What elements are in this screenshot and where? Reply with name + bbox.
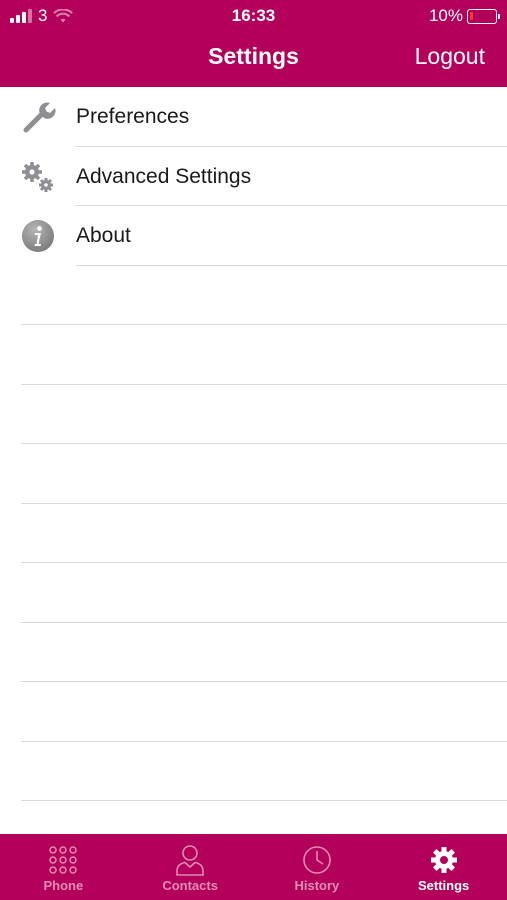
advanced-settings-label: Advanced Settings [76, 164, 252, 188]
battery-percent: 10% [428, 6, 463, 25]
gears-icon [20, 160, 56, 194]
empty-row [0, 385, 507, 444]
preferences-row[interactable]: Preferences [0, 87, 507, 147]
logout-button[interactable]: Logout [415, 43, 485, 70]
advanced-settings-row[interactable]: Advanced Settings [0, 147, 507, 206]
wrench-icon [20, 100, 56, 134]
row-separator [21, 800, 507, 801]
tab-history[interactable]: History [254, 834, 381, 900]
preferences-label: Preferences [76, 105, 190, 128]
tab-contacts[interactable]: Contacts [127, 834, 254, 900]
about-label: About [76, 224, 131, 247]
gear-icon [429, 844, 459, 876]
empty-row [0, 325, 507, 385]
empty-row [0, 444, 507, 504]
tab-settings[interactable]: Settings [380, 834, 507, 900]
clock-icon [302, 844, 332, 876]
settings-list: Preferences Advanced Settings About [0, 87, 507, 801]
empty-row [0, 682, 507, 742]
tab-bar: Phone Contacts History Settings [0, 834, 507, 900]
tab-phone-label: Phone [43, 878, 84, 893]
tab-settings-label: Settings [417, 878, 470, 893]
empty-row [0, 266, 507, 325]
person-icon [175, 844, 205, 876]
tab-phone[interactable]: Phone [0, 834, 127, 900]
empty-row [0, 504, 507, 563]
keypad-icon [48, 844, 78, 876]
status-bar: 3 16:33 10% [0, 0, 507, 30]
empty-row [0, 563, 507, 623]
info-icon [20, 219, 56, 253]
battery-icon [467, 8, 500, 24]
tab-history-label: History [294, 878, 340, 893]
status-right: 10% [428, 6, 500, 26]
empty-row [0, 742, 507, 801]
empty-row [0, 623, 507, 682]
about-row[interactable]: About [0, 206, 507, 266]
navigation-bar: 3 16:33 10% Settings Logout [0, 0, 507, 87]
tab-contacts-label: Contacts [162, 878, 218, 893]
